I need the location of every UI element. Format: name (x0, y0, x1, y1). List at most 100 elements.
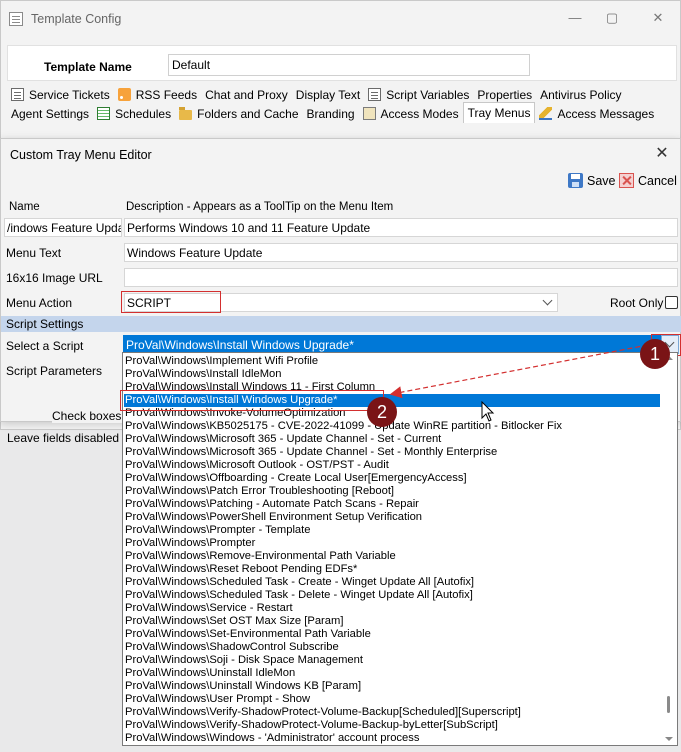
dropdown-option[interactable]: ProVal\Windows\Prompter (125, 537, 255, 550)
name-field[interactable]: /indows Feature Update (4, 218, 122, 237)
tab-label: Folders and Cache (197, 106, 299, 121)
template-name-label: Template Name (44, 60, 132, 74)
root-only-label: Root Only (610, 296, 664, 310)
tab-display-text[interactable]: Display Text (292, 85, 364, 104)
maximize-icon[interactable]: ▢ (601, 9, 623, 27)
tab-antivirus-policy[interactable]: Antivirus Policy (536, 85, 625, 104)
tab-label: Branding (306, 106, 355, 121)
dropdown-option[interactable]: ProVal\Windows\Patch Error Troubleshooti… (125, 485, 394, 498)
description-field[interactable]: Performs Windows 10 and 11 Feature Updat… (124, 218, 678, 237)
dropdown-option[interactable]: ProVal\Windows\Microsoft Outlook - OST/P… (125, 459, 389, 472)
step-badge-2: 2 (367, 397, 397, 427)
dropdown-option[interactable]: ProVal\Windows\Uninstall Windows KB [Par… (125, 680, 361, 693)
highlight-menu-action (121, 291, 221, 313)
outer-hint-text-2: Leave fields disabled to (7, 431, 133, 445)
menu-text-label: Menu Text (6, 246, 62, 260)
dropdown-option[interactable]: ProVal\Windows\Install IdleMon (125, 368, 281, 381)
tab-label: Antivirus Policy (540, 87, 622, 102)
dropdown-option[interactable]: ProVal\Windows\Remove-Environmental Path… (125, 550, 396, 563)
dropdown-option[interactable]: ProVal\Windows\Windows - 'Administrator'… (125, 732, 419, 745)
step-badge-1: 1 (640, 339, 670, 369)
tab-tray-menus[interactable]: Tray Menus (462, 102, 536, 123)
close-icon[interactable]: ✕ (647, 9, 669, 27)
document-icon (368, 88, 382, 101)
menu-text-field[interactable]: Windows Feature Update (124, 243, 678, 262)
select-script-value: ProVal\Windows\Install Windows Upgrade* (126, 338, 354, 352)
tab-label: Chat and Proxy (205, 87, 288, 102)
tab-branding[interactable]: Branding (303, 104, 359, 123)
dropdown-option[interactable]: ProVal\Windows\Microsoft 365 - Update Ch… (125, 433, 441, 446)
image-url-label: 16x16 Image URL (6, 271, 103, 285)
dropdown-option[interactable]: ProVal\Windows\Uninstall IdleMon (125, 667, 295, 680)
tab-access-modes[interactable]: Access Modes (359, 104, 463, 123)
tab-schedules[interactable]: Schedules (93, 104, 175, 123)
app-icon (9, 12, 23, 26)
document-icon (11, 88, 24, 101)
dropdown-option[interactable]: ProVal\Windows\KB5025175 - CVE-2022-4109… (125, 420, 562, 433)
cancel-label: Cancel (638, 173, 677, 188)
dropdown-option[interactable]: ProVal\Windows\Reset Reboot Pending EDFs… (125, 563, 357, 576)
name-column-header: Name (9, 201, 40, 213)
dropdown-option[interactable]: ProVal\Windows\User Prompt - Show (125, 693, 310, 706)
select-script-label: Select a Script (6, 339, 84, 353)
root-only-checkbox[interactable] (665, 296, 678, 309)
save-button[interactable]: Save (568, 173, 616, 188)
template-name-input[interactable]: Default (168, 54, 530, 76)
script-settings-label: Script Settings (6, 317, 84, 331)
dropdown-option[interactable]: ProVal\Windows\Offboarding - Create Loca… (125, 472, 467, 485)
rss-icon (117, 88, 131, 101)
image-url-field[interactable] (124, 268, 678, 287)
dropdown-option[interactable]: ProVal\Windows\Service - Restart (125, 602, 293, 615)
cancel-button[interactable]: Cancel (619, 173, 677, 188)
dropdown-option[interactable]: ProVal\Windows\Scheduled Task - Delete -… (125, 589, 473, 602)
dropdown-option[interactable]: ProVal\Windows\PowerShell Environment Se… (125, 511, 422, 524)
title-bar: Template Config — ▢ ✕ (1, 1, 680, 37)
tab-row-2: Agent Settings Schedules Folders and Cac… (7, 102, 658, 123)
mouse-pointer-icon (481, 401, 495, 422)
description-column-header: Description - Appears as a ToolTip on th… (126, 201, 394, 213)
save-label: Save (587, 173, 616, 188)
access-icon (362, 107, 376, 120)
scrollbar-thumb[interactable] (667, 696, 670, 713)
tab-label: Properties (477, 87, 533, 102)
dropdown-option[interactable]: ProVal\Windows\Verify-ShadowProtect-Volu… (125, 719, 498, 732)
tab-rss-feeds[interactable]: RSS Feeds (114, 85, 201, 104)
close-icon[interactable]: ✕ (652, 144, 672, 164)
dropdown-scrollbar[interactable] (660, 353, 677, 745)
scroll-down-arrow-icon[interactable] (665, 737, 673, 741)
tab-chat-and-proxy[interactable]: Chat and Proxy (201, 85, 292, 104)
dropdown-option[interactable]: ProVal\Windows\Scheduled Task - Create -… (125, 576, 474, 589)
script-dropdown-list[interactable]: ProVal\Windows\Implement Wifi Profile Pro… (122, 352, 678, 746)
dropdown-option[interactable]: ProVal\Windows\Verify-ShadowProtect-Volu… (125, 706, 521, 719)
dropdown-option[interactable]: ProVal\Windows\Set-Environmental Path Va… (125, 628, 371, 641)
cancel-icon (619, 173, 634, 188)
dropdown-option[interactable]: ProVal\Windows\Implement Wifi Profile (125, 355, 318, 368)
grid-icon (97, 107, 111, 120)
tab-label: Agent Settings (11, 106, 90, 121)
tab-label: Display Text (295, 87, 361, 102)
save-icon (568, 173, 583, 188)
menu-action-label: Menu Action (6, 296, 73, 310)
tab-label: RSS Feeds (135, 87, 198, 102)
tab-label: Schedules (115, 106, 172, 121)
outer-hint-text-1: Check boxes t (52, 409, 129, 423)
pencil-icon (539, 107, 553, 120)
dropdown-option[interactable]: ProVal\Windows\Microsoft 365 - Update Ch… (125, 446, 497, 459)
tab-agent-settings[interactable]: Agent Settings (7, 104, 93, 123)
minimize-icon[interactable]: — (564, 9, 586, 27)
window-title: Template Config (31, 12, 122, 26)
dialog-title: Custom Tray Menu Editor (10, 148, 152, 162)
tab-access-messages[interactable]: Access Messages (535, 104, 658, 123)
dropdown-option[interactable]: ProVal\Windows\ShadowControl Subscribe (125, 641, 339, 654)
tab-service-tickets[interactable]: Service Tickets (7, 85, 114, 104)
tab-label: Tray Menus (467, 106, 531, 120)
tab-script-variables[interactable]: Script Variables (364, 85, 473, 104)
dropdown-option[interactable]: ProVal\Windows\Prompter - Template (125, 524, 311, 537)
dropdown-option[interactable]: ProVal\Windows\Patching - Automate Patch… (125, 498, 419, 511)
chevron-down-icon (542, 295, 553, 306)
tab-label: Access Modes (380, 106, 459, 121)
folder-icon (179, 106, 193, 120)
dropdown-option[interactable]: ProVal\Windows\Set OST Max Size [Param] (125, 615, 343, 628)
dropdown-option[interactable]: ProVal\Windows\Soji - Disk Space Managem… (125, 654, 363, 667)
tab-folders-and-cache[interactable]: Folders and Cache (175, 104, 302, 123)
